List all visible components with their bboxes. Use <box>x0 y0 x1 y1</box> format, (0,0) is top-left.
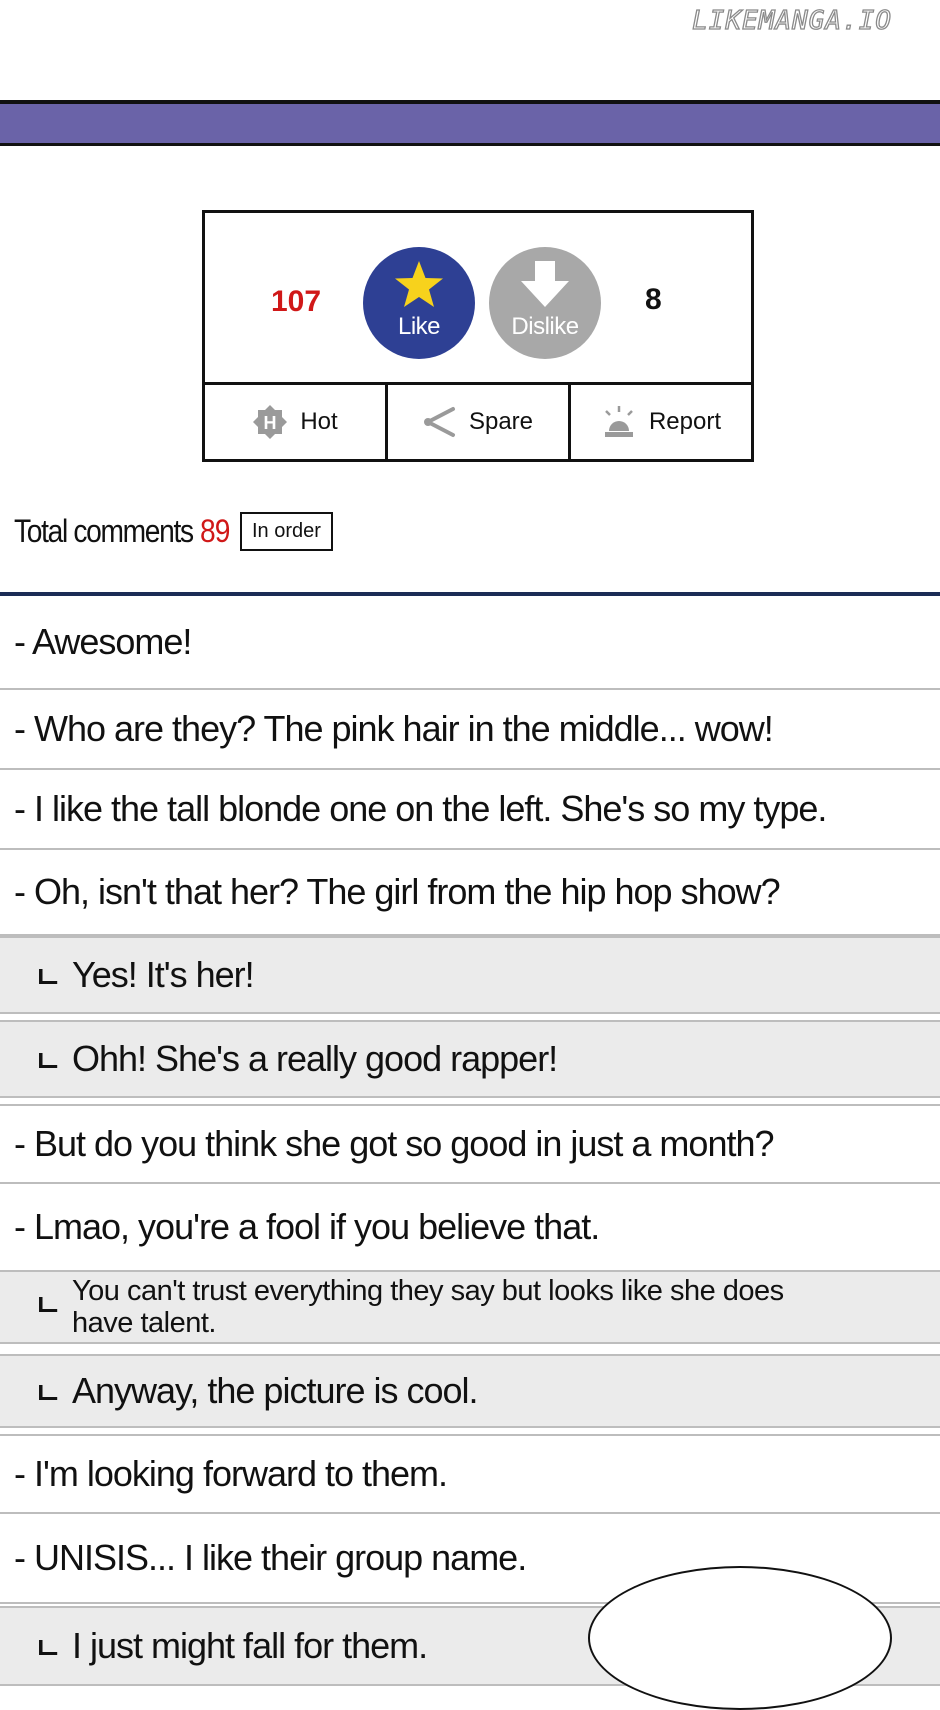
reply-gap <box>0 1344 940 1354</box>
comment-item: - But do you think she got so good in ju… <box>0 1104 940 1184</box>
dislike-label: Dislike <box>511 313 579 340</box>
reply-text: Yes! It's her! <box>72 954 255 995</box>
total-comments-label: Total comments <box>14 513 194 549</box>
report-label: Report <box>648 408 722 435</box>
reply-marker: ㄴ <box>34 1290 62 1323</box>
star-icon <box>395 261 443 307</box>
hot-badge-icon: H <box>253 405 288 439</box>
comment-item: - Who are they? The pink hair in the mid… <box>0 690 940 770</box>
reply-item: ㄴ Yes! It's her! <box>0 936 940 1014</box>
like-button[interactable]: Like <box>363 247 475 359</box>
reply-item: ㄴ Anyway, the picture is cool. <box>0 1354 940 1428</box>
comment-text: - Oh, isn't that her? The girl from the … <box>14 871 781 912</box>
reply-marker: ㄴ <box>34 1046 62 1079</box>
comment-item: - I'm looking forward to them. <box>0 1434 940 1514</box>
watermark: LIKEMANGA.IO <box>692 5 892 36</box>
comment-item: - Oh, isn't that her? The girl from the … <box>0 850 940 936</box>
reply-marker: ㄴ <box>34 1633 62 1666</box>
down-arrow-icon <box>521 261 569 307</box>
speech-bubble <box>588 1566 892 1710</box>
sort-order-button[interactable]: In order <box>240 512 333 551</box>
share-button[interactable]: Spare <box>385 385 568 459</box>
total-comments-count: 89 <box>200 513 230 549</box>
comment-text: - I like the tall blonde one on the left… <box>14 788 827 829</box>
comment-text: - Who are they? The pink hair in the mid… <box>14 708 774 749</box>
comment-text: - UNISIS... I like their group name. <box>14 1537 527 1578</box>
dislike-button[interactable]: Dislike <box>489 247 601 359</box>
comment-text: - Awesome! <box>14 621 192 662</box>
comment-item: - I like the tall blonde one on the left… <box>0 770 940 850</box>
vote-top: 107 Like Dislike 8 <box>205 213 751 385</box>
reply-marker: ㄴ <box>34 962 62 995</box>
siren-icon <box>604 406 633 437</box>
reply-item: ㄴ You can't trust everything they say but… <box>0 1272 940 1344</box>
hot-label: Hot <box>300 408 338 435</box>
share-label: Spare <box>468 408 534 435</box>
comment-item: - Lmao, you're a fool if you believe tha… <box>0 1184 940 1272</box>
reply-text: Ohh! She's a really good rapper! <box>72 1038 558 1079</box>
comment-text: - Lmao, you're a fool if you believe tha… <box>14 1206 600 1247</box>
reply-item: ㄴ Ohh! She's a really good rapper! <box>0 1020 940 1098</box>
action-bar: H Hot Spare Report <box>205 385 751 459</box>
share-icon <box>423 407 455 437</box>
reply-text: Anyway, the picture is cool. <box>72 1370 479 1411</box>
comment-text: - I'm looking forward to them. <box>14 1453 448 1494</box>
dislike-count: 8 <box>645 283 662 316</box>
comment-text: - But do you think she got so good in ju… <box>14 1123 775 1164</box>
svg-text:H: H <box>264 413 277 433</box>
report-button[interactable]: Report <box>568 385 751 459</box>
reply-marker: ㄴ <box>34 1378 62 1411</box>
comment-item: - Awesome! <box>0 596 940 690</box>
hot-button[interactable]: H Hot <box>205 385 385 459</box>
header-bar <box>0 100 940 146</box>
reply-text: You can't trust everything they say but … <box>72 1275 784 1339</box>
vote-panel: 107 Like Dislike 8 H Hot Spare Report <box>202 210 754 462</box>
comment-list: - Awesome! - Who are they? The pink hair… <box>0 596 940 1686</box>
like-label: Like <box>397 313 441 340</box>
comments-header: Total comments 89 In order <box>14 512 333 551</box>
like-count: 107 <box>271 285 322 318</box>
reply-text: I just might fall for them. <box>72 1625 428 1666</box>
